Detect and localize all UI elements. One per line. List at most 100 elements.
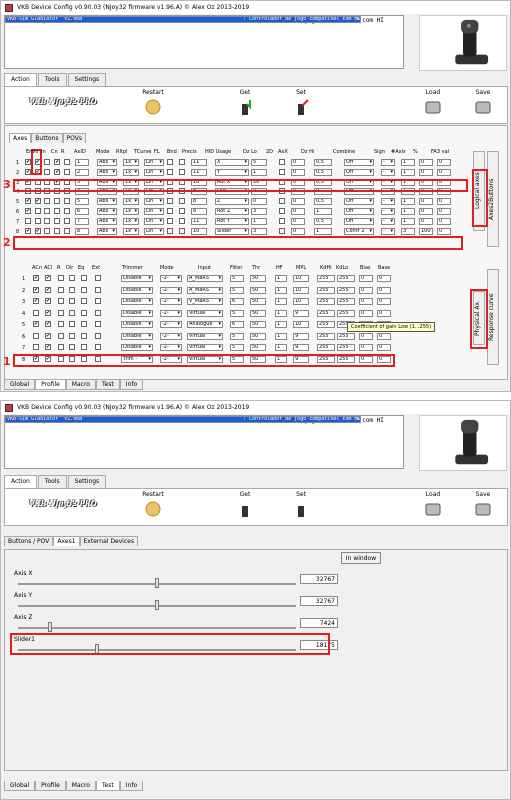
mpl-field[interactable]: 10 (293, 286, 309, 294)
axis-num-field[interactable]: 1 (401, 159, 415, 166)
save-button[interactable]: Save (463, 491, 503, 524)
tab-buttons-pov[interactable]: Buttons / POV (4, 536, 54, 546)
filter-field[interactable]: 6 (230, 321, 244, 328)
dzhi-field[interactable]: 0,5 (314, 159, 332, 166)
dzhi-field[interactable]: 0,5 (314, 217, 332, 225)
set-button[interactable]: Set (281, 491, 321, 524)
axis-checkbox-cn[interactable]: ✔ (54, 159, 61, 165)
thr-field[interactable]: 50 (250, 332, 266, 340)
percent-field[interactable]: 0 (419, 168, 433, 176)
phys-checkbox[interactable] (95, 332, 101, 339)
combine-select[interactable]: Contr 2 (344, 227, 374, 235)
trimmer-select[interactable]: Disable (121, 344, 153, 351)
phys-checkbox[interactable] (69, 298, 75, 304)
dzhi-field[interactable]: 1 (314, 227, 332, 235)
2d-checkbox[interactable] (279, 159, 285, 165)
tab-info[interactable]: Info (119, 380, 144, 390)
tab-settings[interactable]: Settings (67, 73, 107, 86)
rltpl-select[interactable]: 1x (123, 168, 139, 176)
input-select[interactable]: Analogue (187, 321, 223, 328)
phys-checkbox[interactable] (81, 275, 87, 281)
tcurve-select[interactable]: Lin (144, 227, 164, 235)
kdhi-field[interactable]: 255 (317, 275, 335, 282)
tab-tools[interactable]: Tools (37, 475, 67, 488)
phys-checkbox[interactable] (58, 286, 64, 293)
tcurve-select[interactable]: Lin (144, 208, 164, 215)
acn-checkbox[interactable] (33, 309, 39, 316)
hid-usage-select[interactable]: Slider (215, 227, 249, 235)
sign-select[interactable]: - (381, 168, 395, 176)
phys-checkbox[interactable] (69, 332, 75, 339)
trimmer-select[interactable]: Disable (121, 321, 153, 328)
load-button[interactable]: Load (413, 89, 453, 122)
input-select[interactable]: Virtual (187, 332, 223, 340)
kdlo-field[interactable]: 255 (337, 286, 355, 294)
bias-field[interactable]: 0 (359, 332, 373, 340)
trimmer-select[interactable]: Disable (121, 309, 153, 317)
axis-checkbox-in[interactable] (44, 198, 51, 205)
2d-checkbox[interactable] (279, 168, 285, 175)
tab-test[interactable]: Test (95, 781, 120, 791)
mode-select[interactable]: Abs (97, 159, 117, 166)
fl-checkbox[interactable] (167, 168, 173, 175)
mpl-field[interactable]: 10 (293, 298, 309, 305)
fa3-field[interactable]: 0 (437, 159, 451, 166)
mode-select[interactable]: -2- (160, 309, 182, 317)
mode-select[interactable]: Abs (97, 168, 117, 176)
base-field[interactable]: 0 (377, 344, 391, 351)
tab-povs[interactable]: POVs (62, 133, 86, 143)
mode-select[interactable]: -2- (160, 344, 182, 351)
base-field[interactable]: 0 (377, 275, 391, 282)
phys-checkbox[interactable] (58, 344, 64, 350)
dzhi-field[interactable]: 1 (314, 208, 332, 215)
fa3-field[interactable]: 0 (437, 168, 451, 176)
mpl-field[interactable]: 10 (293, 275, 309, 282)
bnd-checkbox[interactable] (179, 208, 185, 214)
phys-checkbox[interactable] (95, 309, 101, 316)
set-button[interactable]: Set (281, 89, 321, 122)
input-select[interactable]: V_MaRS (187, 298, 223, 305)
axx-field[interactable]: 0 (291, 208, 305, 215)
kdhi-field[interactable]: 255 (317, 298, 335, 305)
axid-field[interactable]: 6 (75, 208, 89, 215)
acn-checkbox[interactable]: ✔ (33, 321, 39, 327)
get-button[interactable]: Get (225, 89, 265, 122)
dzhi-field[interactable]: 0,5 (314, 168, 332, 176)
sign-select[interactable]: - (381, 208, 395, 215)
percent-field[interactable]: 0 (419, 217, 433, 225)
sign-select[interactable]: - (381, 198, 395, 206)
acn-checkbox[interactable]: ✔ (33, 275, 39, 281)
hf-field[interactable]: 1 (275, 298, 287, 305)
precis-field[interactable]: 11 (191, 168, 207, 176)
fl-checkbox[interactable] (167, 208, 173, 214)
phys-checkbox[interactable] (81, 344, 87, 350)
kdhi-field[interactable]: 255 (317, 344, 335, 351)
axx-field[interactable]: 0 (291, 159, 305, 166)
trimmer-select[interactable]: Disable (121, 332, 153, 340)
hf-field[interactable]: 1 (275, 332, 287, 340)
phys-checkbox[interactable] (81, 298, 87, 304)
thr-field[interactable]: 50 (250, 321, 266, 328)
kdlo-field[interactable]: 255 (337, 298, 355, 305)
axis-checkbox-r[interactable] (63, 159, 70, 165)
mpl-field[interactable]: 9 (293, 344, 309, 351)
hid-usage-select[interactable]: Rot Z (215, 208, 249, 215)
acn-checkbox[interactable] (33, 332, 39, 339)
mode-select[interactable]: -2- (160, 298, 182, 305)
hf-field[interactable]: 1 (275, 309, 287, 317)
combine-select[interactable]: Off (344, 168, 374, 176)
axid-field[interactable]: 2 (75, 168, 89, 176)
percent-field[interactable]: 0 (419, 198, 433, 206)
phys-checkbox[interactable] (95, 286, 101, 293)
tab-response-curve[interactable]: Response curve (487, 269, 499, 365)
sign-select[interactable]: - (381, 227, 395, 235)
base-field[interactable]: 0 (377, 286, 391, 294)
dzhi-field[interactable]: 0,5 (314, 198, 332, 206)
axis-checkbox-in[interactable] (44, 208, 51, 214)
phys-checkbox[interactable] (95, 298, 101, 304)
tab-action[interactable]: Action (4, 475, 37, 488)
kdhi-field[interactable]: 255 (317, 286, 335, 294)
tab-axes[interactable]: Axes (9, 133, 32, 143)
axis-checkbox-en[interactable]: ✔ (25, 198, 31, 205)
tab-action[interactable]: Action (4, 73, 37, 86)
